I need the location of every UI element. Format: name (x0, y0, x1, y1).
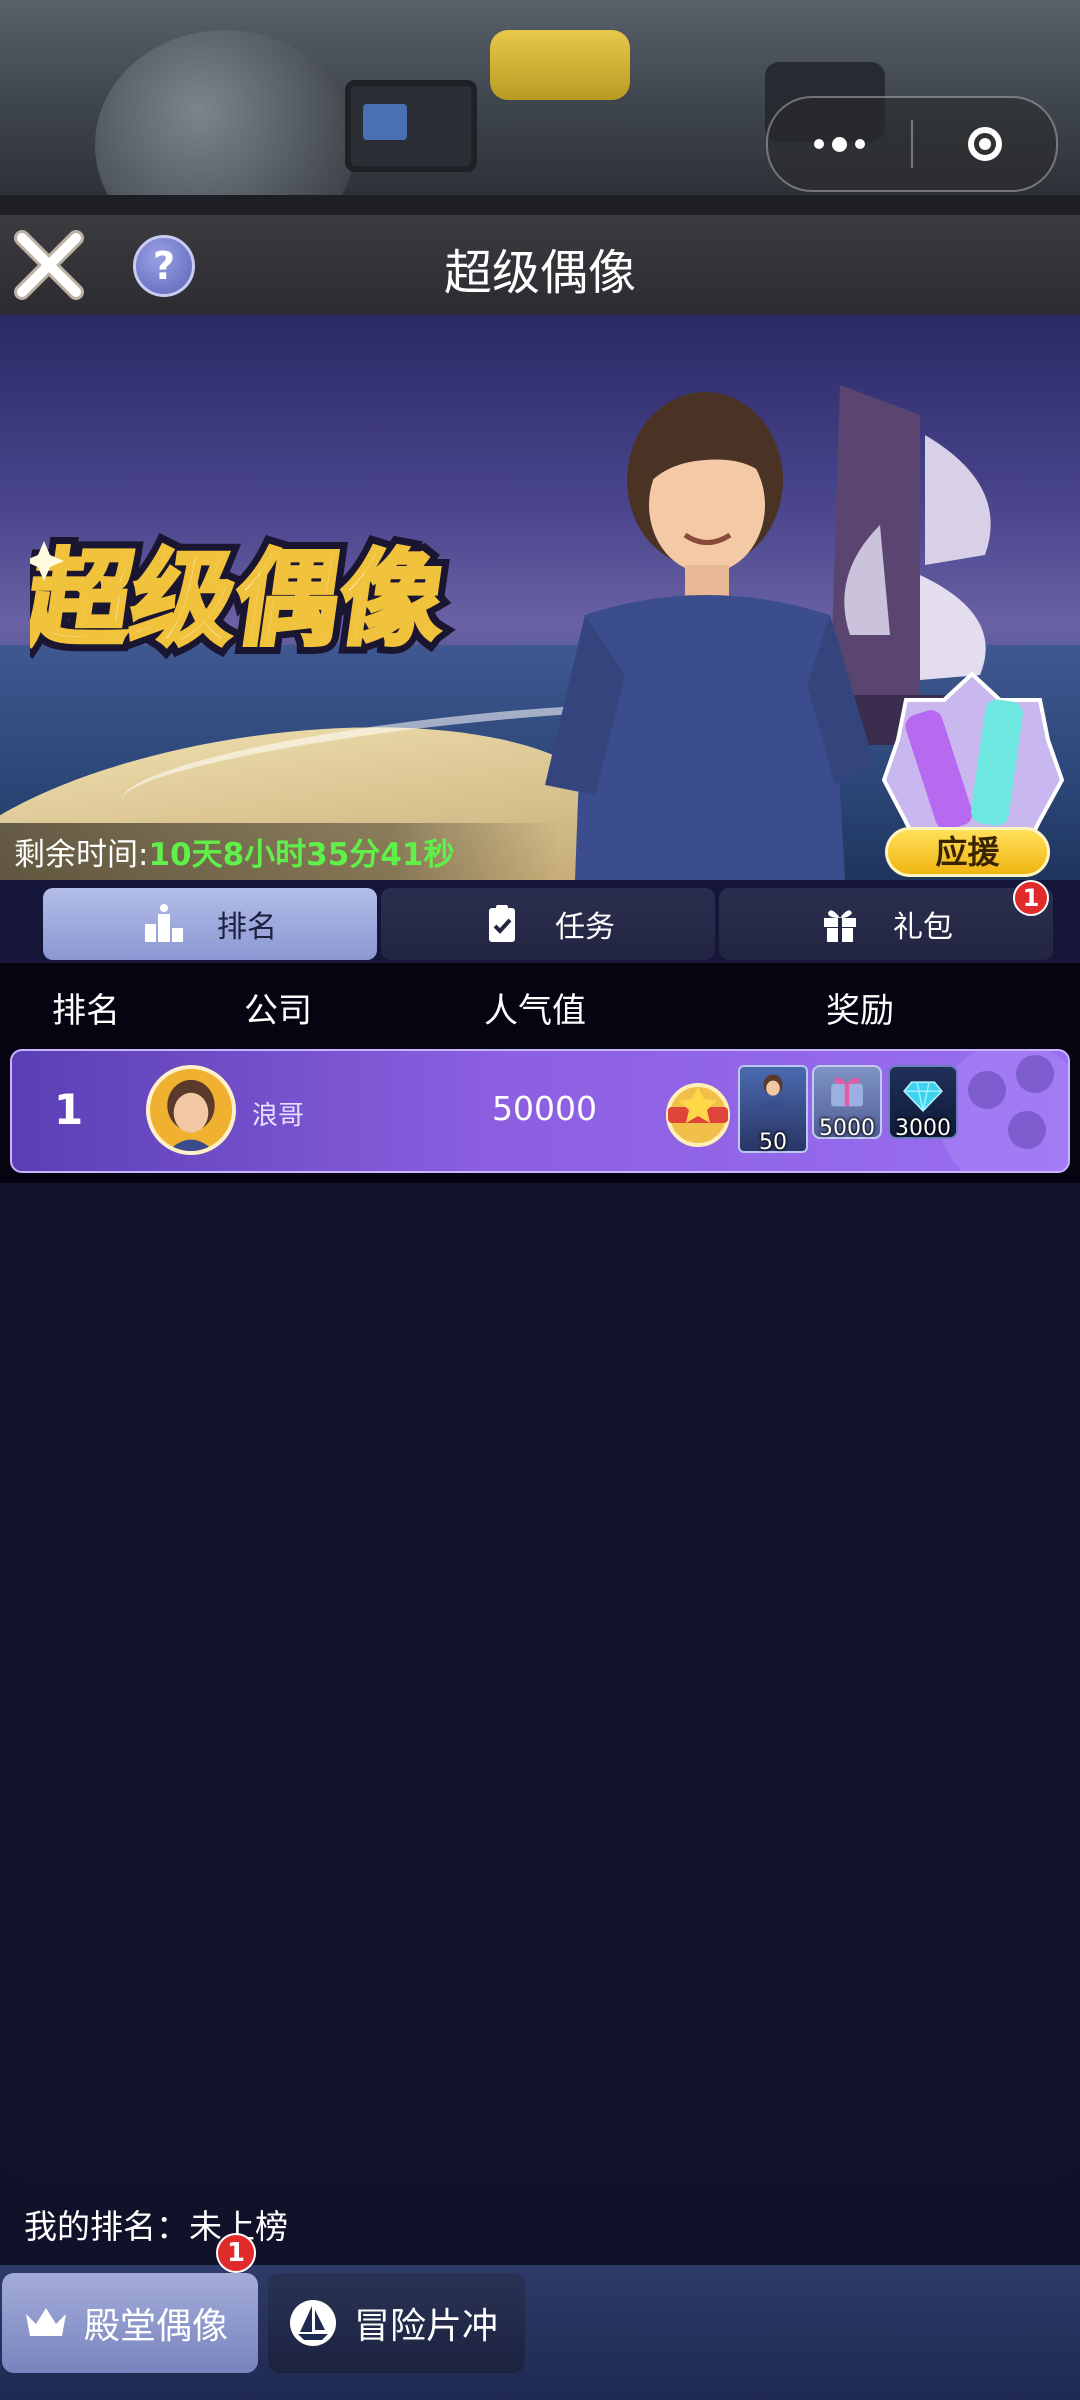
notification-badge: 1 (1013, 880, 1049, 916)
countdown-label: 剩余时间: (14, 837, 149, 873)
podium-icon (145, 904, 183, 942)
miniprogram-close-icon[interactable] (913, 98, 1056, 190)
reward-count: 50 (759, 1130, 787, 1155)
tab-label: 礼包 (893, 910, 953, 945)
hall-of-fame-label: 殿堂偶像 (84, 2306, 229, 2347)
event-banner: 超级偶像 超级偶像 应援 剩余时间: 10天8小时35分41秒 (0, 315, 1080, 880)
gift-icon (824, 910, 856, 942)
reward-count: 5000 (819, 1116, 875, 1141)
miniprogram-capsule (766, 96, 1058, 192)
idol-character-illustration (545, 392, 875, 880)
bottom-nav: 殿堂偶像 1 冒险片冲 (0, 2233, 1080, 2400)
crown-icon (26, 2308, 66, 2336)
diamond-icon[interactable]: 3000 (888, 1065, 958, 1141)
clipboard-check-icon (489, 905, 515, 942)
popularity-value: 50000 (492, 1089, 597, 1128)
tab-tasks[interactable]: 任务 (381, 888, 715, 960)
reward-count: 3000 (895, 1116, 951, 1141)
hall-of-fame-button[interactable]: 殿堂偶像 (2, 2273, 258, 2373)
column-header-reward: 奖励 (826, 991, 894, 1031)
avatar[interactable] (146, 1065, 236, 1155)
page-title: 超级偶像 (443, 245, 636, 301)
tab-label: 任务 (555, 910, 615, 945)
notification-badge: 1 (216, 2233, 256, 2273)
tab-ranking[interactable]: 排名 (43, 888, 377, 960)
countdown-value: 10天8小时35分41秒 (148, 837, 455, 873)
column-header-popularity: 人气值 (484, 991, 586, 1031)
column-header-rank: 排名 (52, 991, 120, 1031)
adventure-shoot-label: 冒险片冲 (354, 2306, 499, 2347)
idol-card-icon[interactable]: 50 (738, 1065, 808, 1155)
column-header-company: 公司 (244, 991, 312, 1031)
rank-number: 1 (54, 1085, 84, 1134)
svg-text:超级偶像: 超级偶像 (30, 538, 453, 659)
table-row[interactable]: 1 浪哥 50000 50 5000 3000 (10, 1049, 1070, 1173)
title-bar: ? 超级偶像 (0, 215, 1080, 315)
more-options-icon[interactable] (768, 98, 911, 190)
ranking-list: 排名 公司 人气值 奖励 1 浪哥 50000 50 5000 3000 (0, 963, 1080, 2178)
super-idol-logo: 超级偶像 超级偶像 (30, 529, 462, 669)
tab-label: 排名 (217, 910, 277, 945)
adventure-shoot-button[interactable]: 冒险片冲 (268, 2273, 525, 2373)
ship-icon (290, 2300, 336, 2346)
support-button[interactable]: 应援 (885, 827, 1050, 877)
tab-bar: 排名 任务 礼包 1 (0, 880, 1080, 963)
medal-icon[interactable] (662, 1077, 734, 1149)
tab-gift-packs[interactable]: 礼包 (719, 888, 1053, 960)
giftbox-icon[interactable]: 5000 (812, 1065, 882, 1141)
company-name: 浪哥 (252, 1101, 305, 1131)
countdown-bar: 剩余时间: 10天8小时35分41秒 (0, 823, 560, 880)
game-scene-background (0, 0, 1080, 215)
